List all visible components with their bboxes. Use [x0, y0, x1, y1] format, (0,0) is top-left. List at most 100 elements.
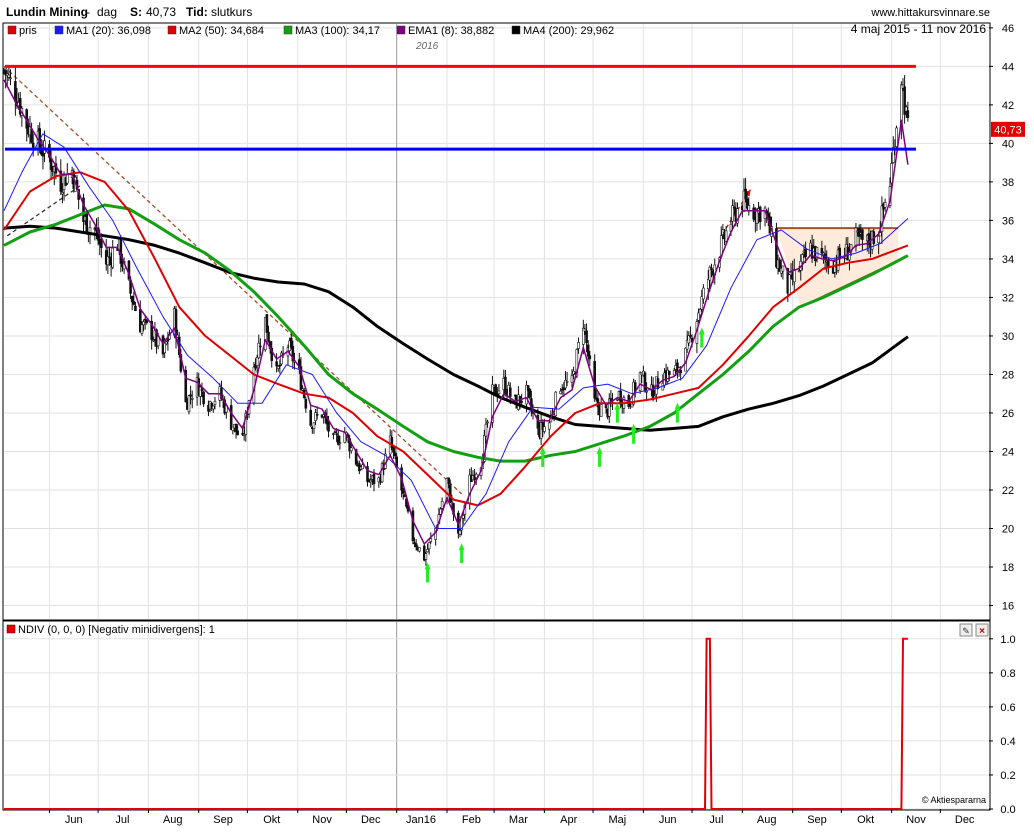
x-tick-label: Jun: [659, 814, 677, 826]
legend-item: MA4 (200): 29,962: [523, 25, 614, 37]
candle-body: [585, 330, 588, 343]
candle-body: [461, 515, 465, 519]
candle-body: [854, 227, 858, 247]
candle-body: [504, 376, 507, 395]
candle-body: [559, 390, 562, 395]
candle-body: [547, 422, 551, 430]
candle-body: [486, 421, 489, 424]
price-y-axis: 16 18 20 22 24 26 28 30 32 34 36 38 40 42 44 46: [989, 23, 1014, 613]
y-tick-label: 36: [1002, 215, 1014, 227]
candle-body: [163, 342, 166, 354]
candle-body: [338, 442, 342, 445]
x-tick-label: Jul: [709, 814, 723, 826]
x-tick-label: Nov: [906, 814, 926, 826]
candle-body: [140, 324, 144, 334]
x-axis: Jun Jul Aug Sep Okt Nov Dec Jan16 Feb Mar Apr Maj Ju…: [48, 809, 975, 826]
candle-body: [484, 423, 488, 437]
candle-body: [418, 547, 421, 552]
candle-body: [335, 433, 338, 435]
candle-body: [543, 426, 546, 432]
candle-body: [257, 342, 261, 359]
candle-body: [732, 206, 736, 209]
candle-body: [426, 549, 429, 553]
candle-body: [166, 339, 170, 342]
last-price-label: S:: [130, 5, 142, 19]
candle-body: [190, 398, 194, 400]
price-tag: 40,73: [991, 121, 1025, 137]
candle-body: [151, 339, 155, 342]
candle-body: [145, 319, 149, 323]
legend-swatch: [167, 25, 177, 35]
candle-body: [65, 174, 69, 184]
candle-body: [820, 248, 824, 254]
candle-body: [199, 386, 202, 397]
x-tick-label: Aug: [163, 814, 183, 826]
candle-body: [100, 240, 103, 248]
candle-body: [119, 237, 123, 264]
candle-body: [276, 366, 280, 369]
candle-body: [111, 247, 115, 268]
candle-body: [744, 188, 747, 200]
candle-body: [427, 541, 431, 550]
legend-swatch: [54, 25, 64, 35]
candle-body: [9, 77, 12, 80]
candle-body: [14, 81, 17, 102]
y-tick-label: 0.6: [1000, 702, 1015, 714]
candle-body: [393, 452, 397, 457]
year-label: 2016: [415, 41, 439, 52]
candle-body: [668, 370, 671, 375]
candle-body: [586, 344, 590, 357]
candle-body: [361, 464, 364, 470]
y-tick-label: 0.2: [1000, 770, 1015, 782]
indicator-y-axis: 0.0 0.2 0.4 0.6 0.8 1.0: [989, 634, 1016, 816]
candle-body: [861, 229, 864, 240]
site-url[interactable]: www.hittakursvinnare.se: [870, 7, 990, 19]
candle-body: [440, 501, 444, 509]
candle-body: [265, 314, 269, 333]
candle-body: [132, 301, 136, 305]
candle-body: [520, 401, 523, 403]
candle-body: [189, 394, 192, 397]
candle-body: [616, 399, 619, 401]
y-tick-label: 32: [1002, 292, 1014, 304]
legend-item: MA2 (50): 34,684: [179, 25, 264, 37]
y-tick-label: 0.4: [1000, 736, 1015, 748]
candle-body: [689, 335, 692, 337]
candle-body: [702, 287, 705, 300]
candle-body: [213, 400, 217, 405]
x-tick-label: Sep: [807, 814, 827, 826]
stock-name: Lundin Mining: [6, 5, 88, 19]
candle-body: [528, 388, 532, 398]
x-tick-label: Jan16: [406, 814, 436, 826]
candle-body: [645, 390, 648, 393]
candle-body: [349, 447, 353, 452]
last-price-value: 40,73: [146, 5, 176, 19]
candle-body: [267, 331, 270, 342]
candle-body: [508, 387, 512, 397]
y-tick-label: 44: [1002, 61, 1014, 73]
chart-window: Lundin Mining - dag S: 40,73 Tid: slutku…: [0, 0, 1034, 832]
candle-body: [900, 84, 903, 126]
candle-body: [369, 479, 373, 483]
y-tick-label: 26: [1002, 408, 1014, 420]
candle-body: [536, 415, 540, 429]
indicator-panel-frame: [2, 620, 991, 811]
candle-body: [883, 202, 887, 208]
candle-body: [327, 421, 330, 432]
candle-body: [333, 431, 337, 433]
chart-header: Lundin Mining - dag S: 40,73 Tid: slutku…: [6, 5, 990, 19]
close-icon: ×: [979, 626, 985, 637]
price-type-value: slutkurs: [211, 5, 252, 19]
y-tick-label: 38: [1002, 177, 1014, 189]
candle-body: [229, 405, 233, 430]
candle-body: [450, 501, 454, 504]
candle-body: [85, 213, 89, 234]
candle-body: [61, 192, 64, 195]
candle-body: [314, 412, 317, 421]
candle-body: [278, 364, 282, 367]
last-price-tag-text: 40,73: [994, 124, 1022, 136]
candle-body: [212, 405, 215, 410]
candle-body: [895, 127, 898, 147]
copyright: © Aktiespararna: [922, 795, 986, 805]
y-tick-label: 0.0: [1000, 804, 1015, 816]
